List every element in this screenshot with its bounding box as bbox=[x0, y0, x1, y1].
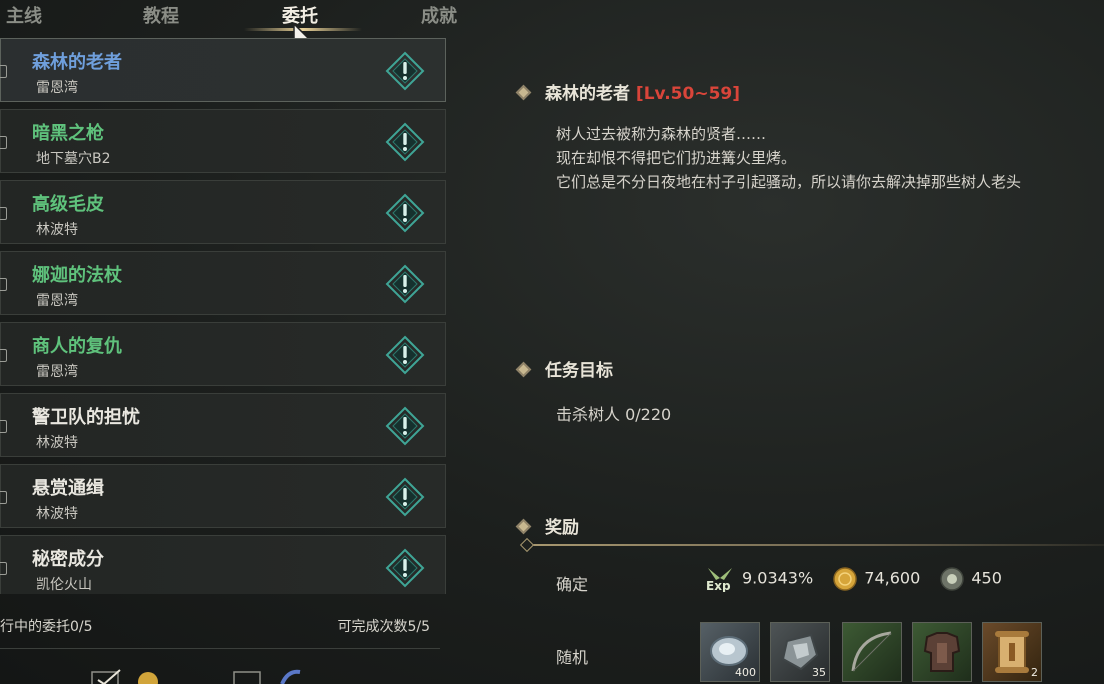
quest-tabs: 主线 教程 委托 成就 bbox=[0, 0, 470, 36]
gold-value: 74,600 bbox=[864, 568, 921, 588]
quest-title: 暗黑之枪 bbox=[32, 123, 104, 144]
tab-main-story[interactable]: 主线 bbox=[6, 2, 42, 28]
objective-header: 任务目标 bbox=[515, 356, 613, 381]
quest-location: 雷恩湾 bbox=[36, 80, 78, 96]
quest-title: 秘密成分 bbox=[32, 549, 104, 570]
gold-reward: 74,600 bbox=[832, 566, 920, 592]
quest-location: 林波特 bbox=[36, 222, 78, 238]
token-coin-icon bbox=[940, 567, 965, 591]
quest-row[interactable]: 警卫队的担忧 林波特 bbox=[0, 393, 446, 457]
reward-slot[interactable]: 35 bbox=[770, 622, 830, 682]
quest-checkbox[interactable] bbox=[0, 491, 7, 504]
random-reward-label: 随机 bbox=[556, 648, 589, 667]
bottom-toolbar-icons bbox=[91, 669, 301, 684]
svg-text:Exp: Exp bbox=[706, 579, 731, 592]
item-count: 35 bbox=[812, 666, 826, 679]
quest-alert-icon bbox=[385, 51, 425, 91]
quest-alert-icon bbox=[385, 122, 425, 162]
objective-header-label: 任务目标 bbox=[545, 361, 613, 381]
diamond-bullet-icon bbox=[515, 361, 532, 377]
quest-alert-icon bbox=[385, 193, 425, 233]
commission-status-bar: 行中的委托0/5 可完成次数5/5 bbox=[0, 606, 440, 642]
quest-checkbox[interactable] bbox=[0, 65, 7, 78]
gold-coin-icon bbox=[833, 567, 858, 591]
quest-alert-icon bbox=[385, 477, 425, 517]
reward-slot[interactable]: 2 bbox=[982, 622, 1042, 682]
armor-icon bbox=[923, 632, 961, 672]
reward-header: 奖励 bbox=[515, 513, 579, 538]
quest-alert-icon bbox=[385, 264, 425, 304]
quest-location: 雷恩湾 bbox=[36, 293, 78, 309]
quest-checkbox[interactable] bbox=[0, 562, 7, 575]
item-count: 2 bbox=[1031, 666, 1038, 679]
quest-detail-title: 森林的老者 [Lv.50~59] bbox=[515, 79, 741, 104]
quest-location: 凯伦火山 bbox=[36, 577, 92, 593]
exp-reward: Exp 9.0343% bbox=[704, 566, 814, 593]
quest-alert-icon bbox=[385, 406, 425, 446]
quest-row[interactable]: 暗黑之枪 地下墓穴B2 bbox=[0, 109, 446, 173]
quest-row[interactable]: 悬赏通缉 林波特 bbox=[0, 464, 446, 528]
quest-row[interactable]: 森林的老者 雷恩湾 bbox=[0, 38, 446, 102]
completable-count: 可完成次数5/5 bbox=[337, 619, 430, 635]
quest-location: 林波特 bbox=[36, 506, 78, 522]
quest-checkbox[interactable] bbox=[0, 136, 7, 149]
divider-diamond-icon bbox=[519, 537, 535, 553]
quest-row[interactable]: 娜迦的法杖 雷恩湾 bbox=[0, 251, 446, 315]
exp-value: 9.0343% bbox=[742, 568, 814, 588]
token-value: 450 bbox=[971, 568, 1002, 588]
detail-quest-name: 森林的老者 bbox=[545, 84, 630, 104]
fixed-reward-label: 确定 bbox=[556, 575, 589, 594]
token-reward: 450 bbox=[939, 566, 1002, 592]
quest-alert-icon bbox=[385, 548, 425, 588]
item-count: 400 bbox=[735, 666, 756, 679]
reward-slot[interactable]: 400 bbox=[700, 622, 760, 682]
bow-icon bbox=[851, 631, 892, 672]
description-line: 它们总是不分日夜地在村子引起骚动，所以请你去解决掉那些树人老头 bbox=[556, 173, 1022, 191]
quest-location: 林波特 bbox=[36, 435, 78, 451]
reward-header-label: 奖励 bbox=[545, 518, 579, 538]
quest-description: 树人过去被称为森林的贤者…… 现在却恨不得把它们扔进篝火里烤。 它们总是不分日夜… bbox=[556, 122, 1104, 194]
quest-row[interactable]: 秘密成分 凯伦火山 bbox=[0, 535, 446, 594]
quest-title: 高级毛皮 bbox=[32, 194, 104, 215]
quest-location: 地下墓穴B2 bbox=[36, 151, 111, 167]
exp-icon: Exp bbox=[706, 568, 732, 593]
quest-title: 悬赏通缉 bbox=[32, 478, 104, 499]
tab-achievement[interactable]: 成就 bbox=[421, 2, 457, 28]
in-progress-count: 行中的委托0/5 bbox=[0, 619, 93, 635]
quest-alert-icon bbox=[385, 335, 425, 375]
reward-divider bbox=[526, 544, 1104, 546]
objective-text: 击杀树人 0/220 bbox=[556, 405, 672, 424]
quest-list: 森林的老者 雷恩湾 暗黑之枪 地下墓穴B2 高级毛皮 林波特 娜迦的法杖 雷恩湾… bbox=[0, 38, 448, 594]
reward-slot[interactable] bbox=[842, 622, 902, 682]
reward-slot[interactable] bbox=[912, 622, 972, 682]
quest-title: 警卫队的担忧 bbox=[32, 407, 140, 428]
divider bbox=[0, 648, 440, 649]
description-line: 树人过去被称为森林的贤者…… bbox=[556, 125, 767, 143]
quest-checkbox[interactable] bbox=[0, 278, 7, 291]
quest-location: 雷恩湾 bbox=[36, 364, 78, 380]
quest-row[interactable]: 商人的复仇 雷恩湾 bbox=[0, 322, 446, 386]
quest-row[interactable]: 高级毛皮 林波特 bbox=[0, 180, 446, 244]
quest-title: 商人的复仇 bbox=[32, 336, 122, 357]
quest-checkbox[interactable] bbox=[0, 420, 7, 433]
level-range: [Lv.50~59] bbox=[635, 84, 741, 104]
quest-checkbox[interactable] bbox=[0, 349, 7, 362]
fixed-rewards: Exp 9.0343% 74,600 450 bbox=[704, 566, 1016, 596]
tab-tutorial[interactable]: 教程 bbox=[143, 2, 179, 28]
quest-title: 娜迦的法杖 bbox=[32, 265, 122, 286]
quest-title: 森林的老者 bbox=[32, 52, 122, 73]
description-line: 现在却恨不得把它们扔进篝火里烤。 bbox=[556, 149, 797, 167]
diamond-bullet-icon bbox=[515, 518, 532, 534]
quest-checkbox[interactable] bbox=[0, 207, 7, 220]
diamond-bullet-icon bbox=[515, 84, 532, 100]
